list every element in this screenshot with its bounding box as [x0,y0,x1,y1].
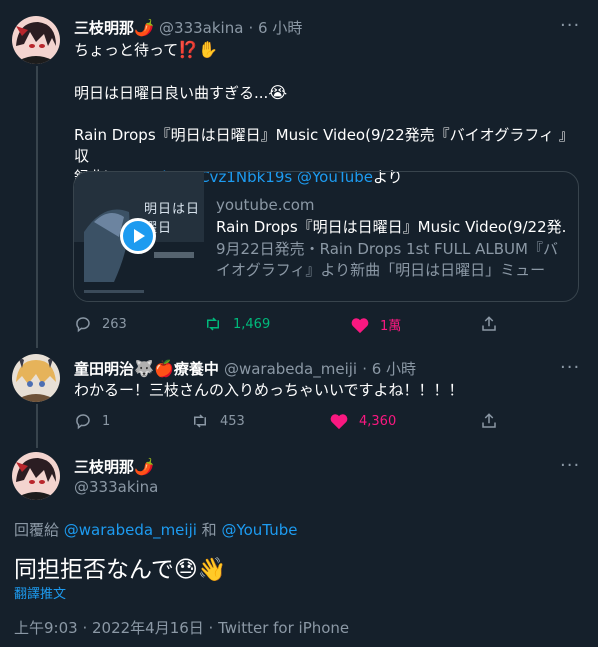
timestamp[interactable]: 上午9:03 · 2022年4月16日 · Twitter for iPhone [14,617,349,638]
retweet-icon [207,317,219,331]
avatar[interactable] [12,16,60,64]
avatar[interactable] [12,452,60,500]
translate-link[interactable]: 翻譯推文 [14,583,66,602]
reply-count: 1 [102,413,111,429]
author-handle[interactable]: @333akina [74,478,158,496]
reply-icon [76,414,90,430]
card-description: 9月22日発売・Rain Drops 1st FULL ALBUM『バイオグラフ… [216,240,558,279]
retweet-button[interactable]: 1,469 [203,315,270,333]
author-handle[interactable]: @warabeda_meiji [224,360,357,378]
main-name: 三枝明那🌶️ [74,456,154,477]
tweet2-text: わかるー！三枝さんの入りめっちゃいいですよね！！！！ [74,381,464,399]
like-button[interactable]: 1萬 [350,315,401,334]
main-text: 同担拒否なんで😓👋 [14,557,227,583]
reply-button[interactable]: 263 [74,315,127,333]
author-name[interactable]: 童田明治 [74,360,134,378]
more-options-icon[interactable]: ··· [560,455,580,476]
reply-mention-2[interactable]: @YouTube [221,521,297,539]
chili-emoji: 🌶️ [134,18,154,37]
share-icon[interactable] [480,412,498,434]
tweet1-body: ちょっと待って⁉️✋ 明日は日曜日良い曲すぎる...😭 Rain Drops『明… [74,39,584,188]
author-name[interactable]: 三枝明那 [74,458,134,476]
play-icon[interactable] [120,218,156,254]
tweet2-header: 童田明治🐺🍎療養中 @warabeda_meiji · 6 小時 [74,358,416,379]
card-domain: youtube.com [216,196,315,214]
reply-to: 回覆給 @warabeda_meiji 和 @YouTube [14,521,298,539]
link-card[interactable]: 明日は日曜日 youtube.com Rain Drops『明日は日曜日』Mus… [73,171,579,302]
chili-emoji: 🌶️ [134,457,154,476]
more-options-icon[interactable]: ··· [560,357,580,378]
retweet-count: 453 [220,413,245,429]
like-count: 4,360 [359,413,397,429]
tweet-time[interactable]: · 6 小時 [362,360,416,378]
retweet-button[interactable]: 453 [190,412,245,430]
card-text: youtube.com Rain Drops『明日は日曜日』Music Vide… [216,195,566,281]
author-handle[interactable]: @333akina [159,19,243,37]
thread-line-1 [36,66,38,348]
reply-icon [76,317,90,333]
reply-button[interactable]: 1 [74,412,110,430]
author-name-suffix: 療養中 [173,360,219,378]
avatar[interactable] [12,354,60,402]
author-name[interactable]: 三枝明那 [74,19,134,37]
retweet-icon [194,414,206,428]
card-thumbnail: 明日は日曜日 [74,172,204,301]
tweet1-header: 三枝明那🌶️ @333akina · 6 小時 [74,17,302,38]
heart-icon [330,414,348,430]
interrobang-hand-emoji: ⁉️✋ [178,40,219,59]
card-title: Rain Drops『明日は日曜日』Music Video(9/22発... [216,218,566,236]
wolf-apple-emoji: 🐺🍎 [134,359,174,378]
tweet-line: Rain Drops『明日は日曜日』Music Video(9/22発売『バイオ… [74,126,574,165]
retweet-count: 1,469 [233,316,271,332]
more-options-icon[interactable]: ··· [560,15,580,36]
sweat-wave-emoji: 😓👋 [173,557,227,583]
reply-count: 263 [102,316,127,332]
crying-emoji: 😭 [268,83,288,102]
like-count: 1萬 [380,319,402,334]
heart-icon [351,317,369,333]
like-button[interactable]: 4,360 [329,412,396,430]
share-icon[interactable] [480,315,498,337]
tweet-line: ちょっと待って⁉️✋ [74,40,219,59]
reply-mention-1[interactable]: @warabeda_meiji [64,521,197,539]
tweet-line: 明日は日曜日良い曲すぎる...😭 [74,83,288,102]
tweet-time[interactable]: · 6 小時 [249,19,303,37]
thread-line-2 [36,404,38,448]
